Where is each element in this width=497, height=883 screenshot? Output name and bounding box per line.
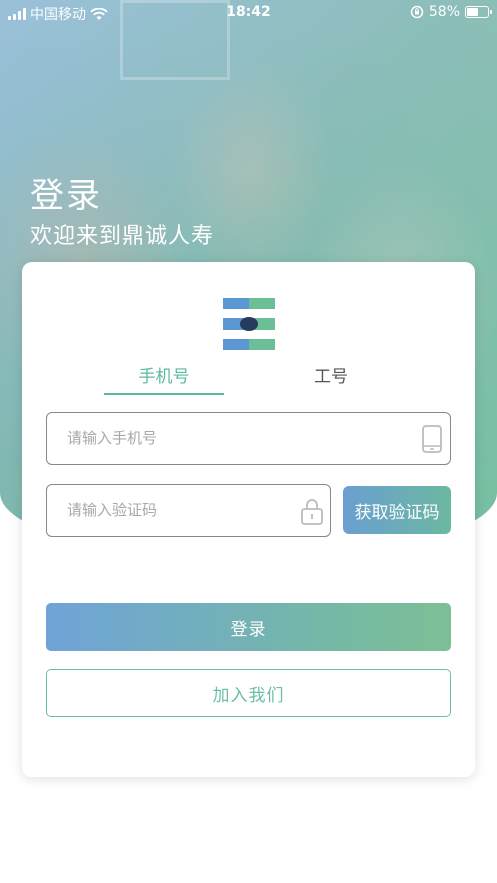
login-tabs: 手机号 工号 — [22, 362, 475, 398]
phone-icon — [422, 425, 442, 453]
phone-field — [46, 412, 451, 465]
get-code-button[interactable]: 获取验证码 — [343, 486, 451, 534]
battery-icon — [465, 6, 492, 18]
battery-level — [467, 8, 479, 16]
login-button[interactable]: 登录 — [46, 603, 451, 651]
page-title: 登录 — [30, 176, 102, 216]
join-us-button[interactable]: 加入我们 — [46, 669, 451, 717]
battery-percent: 58% — [428, 4, 460, 20]
welcome-subtitle: 欢迎来到鼎诚人寿 — [30, 224, 215, 249]
phone-input[interactable] — [67, 413, 350, 463]
verification-code-input[interactable] — [67, 485, 266, 535]
lock-icon — [301, 499, 323, 525]
status-right: 58% — [410, 4, 492, 20]
orientation-lock-icon — [410, 5, 424, 19]
status-bar: 中国移动 18:42 58% — [0, 0, 497, 26]
active-tab-indicator — [104, 393, 224, 395]
tab-staff-id[interactable]: 工号 — [271, 362, 391, 387]
login-card: 手机号 工号 获取验证码 登录 加入我们 — [22, 262, 475, 777]
company-logo — [223, 298, 275, 350]
verification-code-field — [46, 484, 331, 537]
tab-phone[interactable]: 手机号 — [104, 362, 224, 387]
